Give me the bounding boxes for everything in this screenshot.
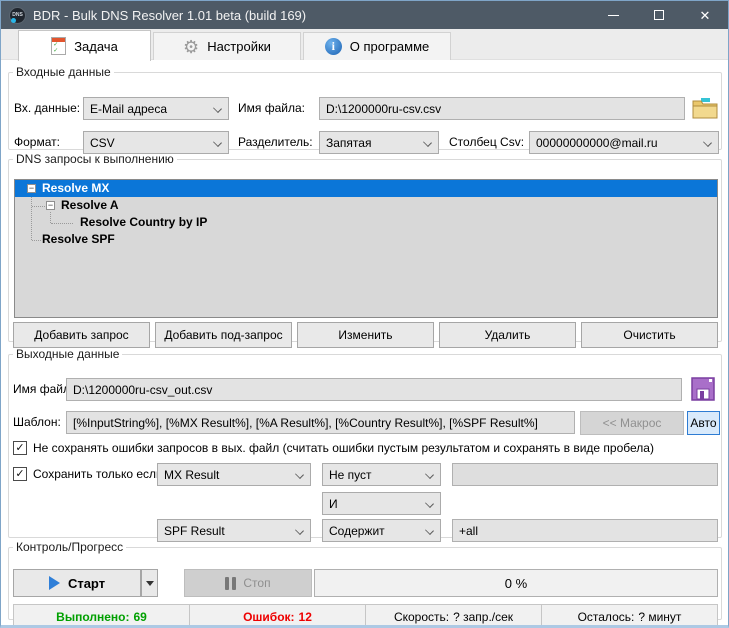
progress-text: 0 %: [505, 576, 527, 591]
titlebar: DNS BDR - Bulk DNS Resolver 1.01 beta (b…: [1, 1, 728, 29]
chevron-down-icon: [423, 138, 432, 147]
format-combobox[interactable]: CSV: [83, 131, 229, 154]
csv-column-label: Столбец Csv:: [449, 135, 524, 149]
tab-settings[interactable]: ⚙ Настройки: [153, 32, 301, 60]
stat-completed: Выполнено:69: [14, 605, 190, 628]
template-label: Шаблон:: [13, 415, 61, 429]
minimize-icon: [608, 15, 619, 16]
input-file-label: Имя файла:: [238, 101, 305, 115]
start-options-button[interactable]: [141, 569, 158, 597]
skip-errors-label: Не сохранять ошибки запросов в вых. файл…: [33, 441, 654, 455]
delimiter-label: Разделитель:: [238, 135, 313, 149]
condition-join-combobox[interactable]: И: [322, 492, 441, 515]
window-title: BDR - Bulk DNS Resolver 1.01 beta (build…: [33, 8, 306, 23]
stop-button[interactable]: Стоп: [184, 569, 312, 597]
collapse-icon[interactable]: −: [27, 184, 36, 193]
dns-queries-group: DNS запросы к выполнению − Resolve MX − …: [8, 152, 722, 342]
template-field[interactable]: [%InputString%], [%MX Result%], [%A Resu…: [66, 411, 575, 434]
format-label: Формат:: [14, 135, 60, 149]
tab-settings-label: Настройки: [207, 39, 271, 54]
output-data-legend: Выходные данные: [13, 347, 122, 361]
output-data-group: Выходные данные Имя файла: D:\1200000ru-…: [8, 347, 722, 538]
control-progress-group: Контроль/Прогресс Старт Стоп 0 % Выполне…: [8, 540, 722, 620]
save-only-if-label: Сохранить только если: [33, 467, 163, 481]
task-icon: [51, 37, 66, 55]
skip-errors-checkbox[interactable]: ✓: [13, 441, 27, 455]
delimiter-combobox[interactable]: Запятая: [319, 131, 439, 154]
tab-about-label: О программе: [350, 39, 430, 54]
csv-column-combobox[interactable]: 00000000000@mail.ru: [529, 131, 719, 154]
window-controls: ✕: [590, 1, 728, 29]
collapse-icon[interactable]: −: [46, 201, 55, 210]
delete-query-button[interactable]: Удалить: [439, 322, 576, 348]
stat-speed: Скорость:? запр./сек: [366, 605, 542, 628]
progress-bar: 0 %: [314, 569, 718, 597]
folder-icon: [692, 97, 718, 119]
control-progress-legend: Контроль/Прогресс: [13, 540, 126, 554]
browse-file-button[interactable]: [690, 93, 720, 122]
chevron-down-icon: [425, 526, 434, 535]
edit-query-button[interactable]: Изменить: [297, 322, 434, 348]
skip-errors-checkbox-row: ✓ Не сохранять ошибки запросов в вых. фа…: [13, 441, 654, 455]
dropdown-arrow-icon: [146, 581, 154, 586]
maximize-icon: [654, 10, 664, 20]
tab-strip: Задача ⚙ Настройки i О программе: [1, 29, 728, 60]
tab-task[interactable]: Задача: [18, 30, 151, 61]
chevron-down-icon: [213, 104, 222, 113]
condition2-operator-combobox[interactable]: Содержит: [322, 519, 441, 542]
chevron-down-icon: [295, 470, 304, 479]
chevron-down-icon: [295, 526, 304, 535]
input-data-combobox[interactable]: E-Mail адреса: [83, 97, 229, 120]
input-file-field[interactable]: D:\1200000ru-csv.csv: [319, 97, 685, 120]
gear-icon: ⚙: [183, 38, 199, 56]
condition2-value-field[interactable]: +all: [452, 519, 718, 542]
output-file-field[interactable]: D:\1200000ru-csv_out.csv: [66, 378, 682, 401]
status-bar: Выполнено:69 Ошибок:12 Скорость:? запр./…: [13, 604, 718, 628]
add-query-button[interactable]: Добавить запрос: [13, 322, 150, 348]
stat-remaining: Осталось:? минут: [542, 605, 717, 628]
tree-item-resolve-country[interactable]: Resolve Country by IP: [15, 214, 717, 231]
close-icon: ✕: [700, 9, 711, 22]
app-icon: DNS: [9, 7, 26, 24]
add-subquery-button[interactable]: Добавить под-запрос: [155, 322, 292, 348]
condition2-field-combobox[interactable]: SPF Result: [157, 519, 311, 542]
input-data-legend: Входные данные: [13, 65, 114, 79]
dns-query-tree[interactable]: − Resolve MX − Resolve A Resolve Country…: [14, 179, 718, 318]
info-icon: i: [325, 38, 342, 55]
input-data-label: Вх. данные:: [14, 101, 80, 115]
chevron-down-icon: [425, 470, 434, 479]
save-file-button[interactable]: [688, 374, 718, 404]
play-icon: [49, 576, 60, 590]
save-only-if-checkbox[interactable]: ✓: [13, 467, 27, 481]
condition1-operator-combobox[interactable]: Не пуст: [322, 463, 441, 486]
maximize-button[interactable]: [636, 1, 682, 29]
pause-icon: [225, 577, 236, 590]
tree-item-resolve-spf[interactable]: Resolve SPF: [15, 231, 717, 248]
chevron-down-icon: [213, 138, 222, 147]
clear-queries-button[interactable]: Очистить: [581, 322, 718, 348]
tree-item-resolve-a[interactable]: − Resolve A: [15, 197, 717, 214]
close-button[interactable]: ✕: [682, 1, 728, 29]
chevron-down-icon: [425, 499, 434, 508]
dns-queries-legend: DNS запросы к выполнению: [13, 152, 177, 166]
condition1-value-field[interactable]: [452, 463, 718, 486]
save-icon: [691, 377, 715, 401]
auto-button[interactable]: Авто: [687, 411, 720, 435]
tab-task-label: Задача: [74, 39, 118, 54]
condition1-field-combobox[interactable]: MX Result: [157, 463, 311, 486]
app-window: DNS BDR - Bulk DNS Resolver 1.01 beta (b…: [0, 0, 729, 628]
tree-item-resolve-mx[interactable]: − Resolve MX: [15, 180, 717, 197]
stat-errors: Ошибок:12: [190, 605, 366, 628]
save-only-if-checkbox-row: ✓ Сохранить только если: [13, 467, 163, 481]
macro-button[interactable]: << Макрос: [580, 411, 684, 435]
chevron-down-icon: [703, 138, 712, 147]
tab-about[interactable]: i О программе: [303, 32, 451, 60]
minimize-button[interactable]: [590, 1, 636, 29]
start-button[interactable]: Старт: [13, 569, 141, 597]
input-data-group: Входные данные Вх. данные: E-Mail адреса…: [8, 65, 722, 150]
